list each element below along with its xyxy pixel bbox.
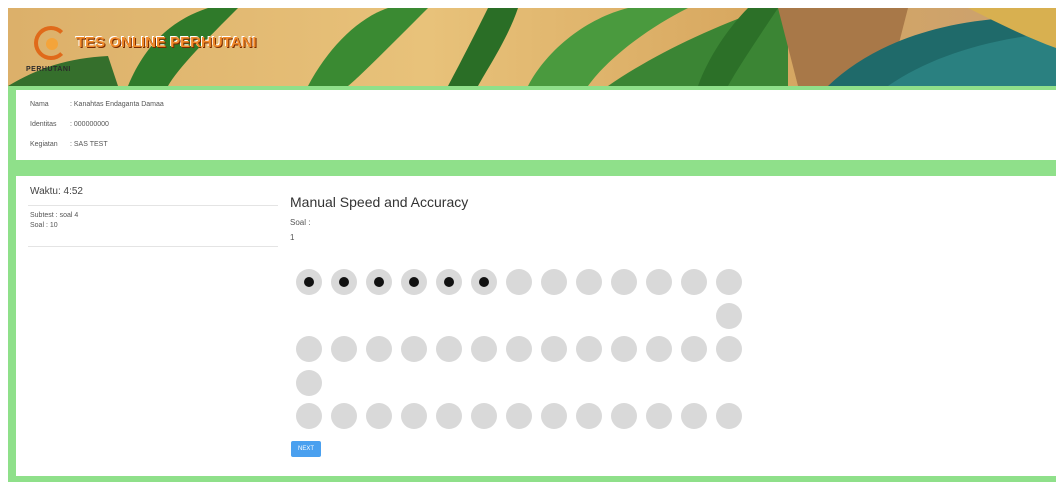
next-button[interactable]: NEXT [291, 441, 321, 457]
logo: TES ONLINE PERHUTANI PERHUTANI [26, 24, 257, 84]
soal-label: Soal : [290, 218, 311, 227]
soal-count: Soal : 10 [30, 222, 58, 229]
dot-empty[interactable] [611, 269, 637, 295]
divider [28, 246, 278, 247]
dot-empty[interactable] [331, 403, 357, 429]
name-value: : Kanahtas Endaganta Damaa [70, 101, 164, 108]
dot-empty[interactable] [471, 336, 497, 362]
dot-filled[interactable] [436, 269, 462, 295]
logo-sub: PERHUTANI [26, 66, 71, 73]
dot-empty[interactable] [506, 336, 532, 362]
dot-empty[interactable] [716, 403, 742, 429]
dot-empty[interactable] [611, 336, 637, 362]
dot-empty[interactable] [506, 403, 532, 429]
dot-empty[interactable] [366, 336, 392, 362]
dot-empty[interactable] [716, 302, 742, 329]
dot-filled[interactable] [366, 269, 392, 295]
dot-filled[interactable] [331, 269, 357, 295]
dot-empty[interactable] [436, 403, 462, 429]
dot-empty[interactable] [716, 269, 742, 295]
participant-name-row: Nama : Kanahtas Endaganta Damaa [30, 101, 164, 108]
dot-empty[interactable] [646, 403, 672, 429]
question-title: Manual Speed and Accuracy [290, 194, 469, 210]
dot-empty[interactable] [716, 336, 742, 362]
dot-empty[interactable] [576, 403, 602, 429]
name-label: Nama [30, 101, 49, 108]
dot-empty[interactable] [401, 336, 427, 362]
dot-empty[interactable] [646, 336, 672, 362]
dot-empty[interactable] [681, 403, 707, 429]
dot-empty[interactable] [541, 336, 567, 362]
dot-empty[interactable] [296, 403, 322, 429]
subtest-label: Subtest : soal 4 [30, 212, 79, 219]
dot-empty[interactable] [541, 269, 567, 295]
dot-empty[interactable] [576, 336, 602, 362]
timer: Waktu: 4:52 [30, 186, 83, 197]
participant-id-row: Identitas : 000000000 [30, 121, 109, 128]
test-card: Waktu: 4:52 Subtest : soal 4 Soal : 10 M… [16, 176, 1056, 476]
event-value: : SAS TEST [70, 141, 108, 148]
dot-empty[interactable] [646, 269, 672, 295]
dot-empty[interactable] [436, 336, 462, 362]
dot-filled[interactable] [471, 269, 497, 295]
dot-filled[interactable] [401, 269, 427, 295]
divider [28, 205, 278, 206]
dot-empty[interactable] [541, 403, 567, 429]
perhutani-logo-icon [34, 26, 68, 60]
id-label: Identitas [30, 121, 57, 128]
logo-title: TES ONLINE PERHUTANI [76, 34, 257, 51]
dot-empty[interactable] [296, 336, 322, 362]
dot-empty[interactable] [331, 336, 357, 362]
dot-empty[interactable] [611, 403, 637, 429]
dot-filled[interactable] [296, 269, 322, 295]
header-banner: TES ONLINE PERHUTANI PERHUTANI [8, 8, 1056, 86]
dot-empty[interactable] [681, 336, 707, 362]
dot-empty[interactable] [366, 403, 392, 429]
participant-event-row: Kegiatan : SAS TEST [30, 141, 108, 148]
participant-info-panel: Nama : Kanahtas Endaganta Damaa Identitas… [16, 90, 1056, 160]
event-label: Kegiatan [30, 141, 58, 148]
soal-value: 1 [290, 233, 295, 242]
dot-empty[interactable] [576, 269, 602, 295]
id-value: : 000000000 [70, 121, 109, 128]
dot-empty[interactable] [296, 369, 322, 396]
dot-empty[interactable] [471, 403, 497, 429]
subtest-info: Subtest : soal 4 Soal : 10 [30, 211, 78, 231]
dot-empty[interactable] [681, 269, 707, 295]
dot-empty[interactable] [506, 269, 532, 295]
dot-empty[interactable] [401, 403, 427, 429]
